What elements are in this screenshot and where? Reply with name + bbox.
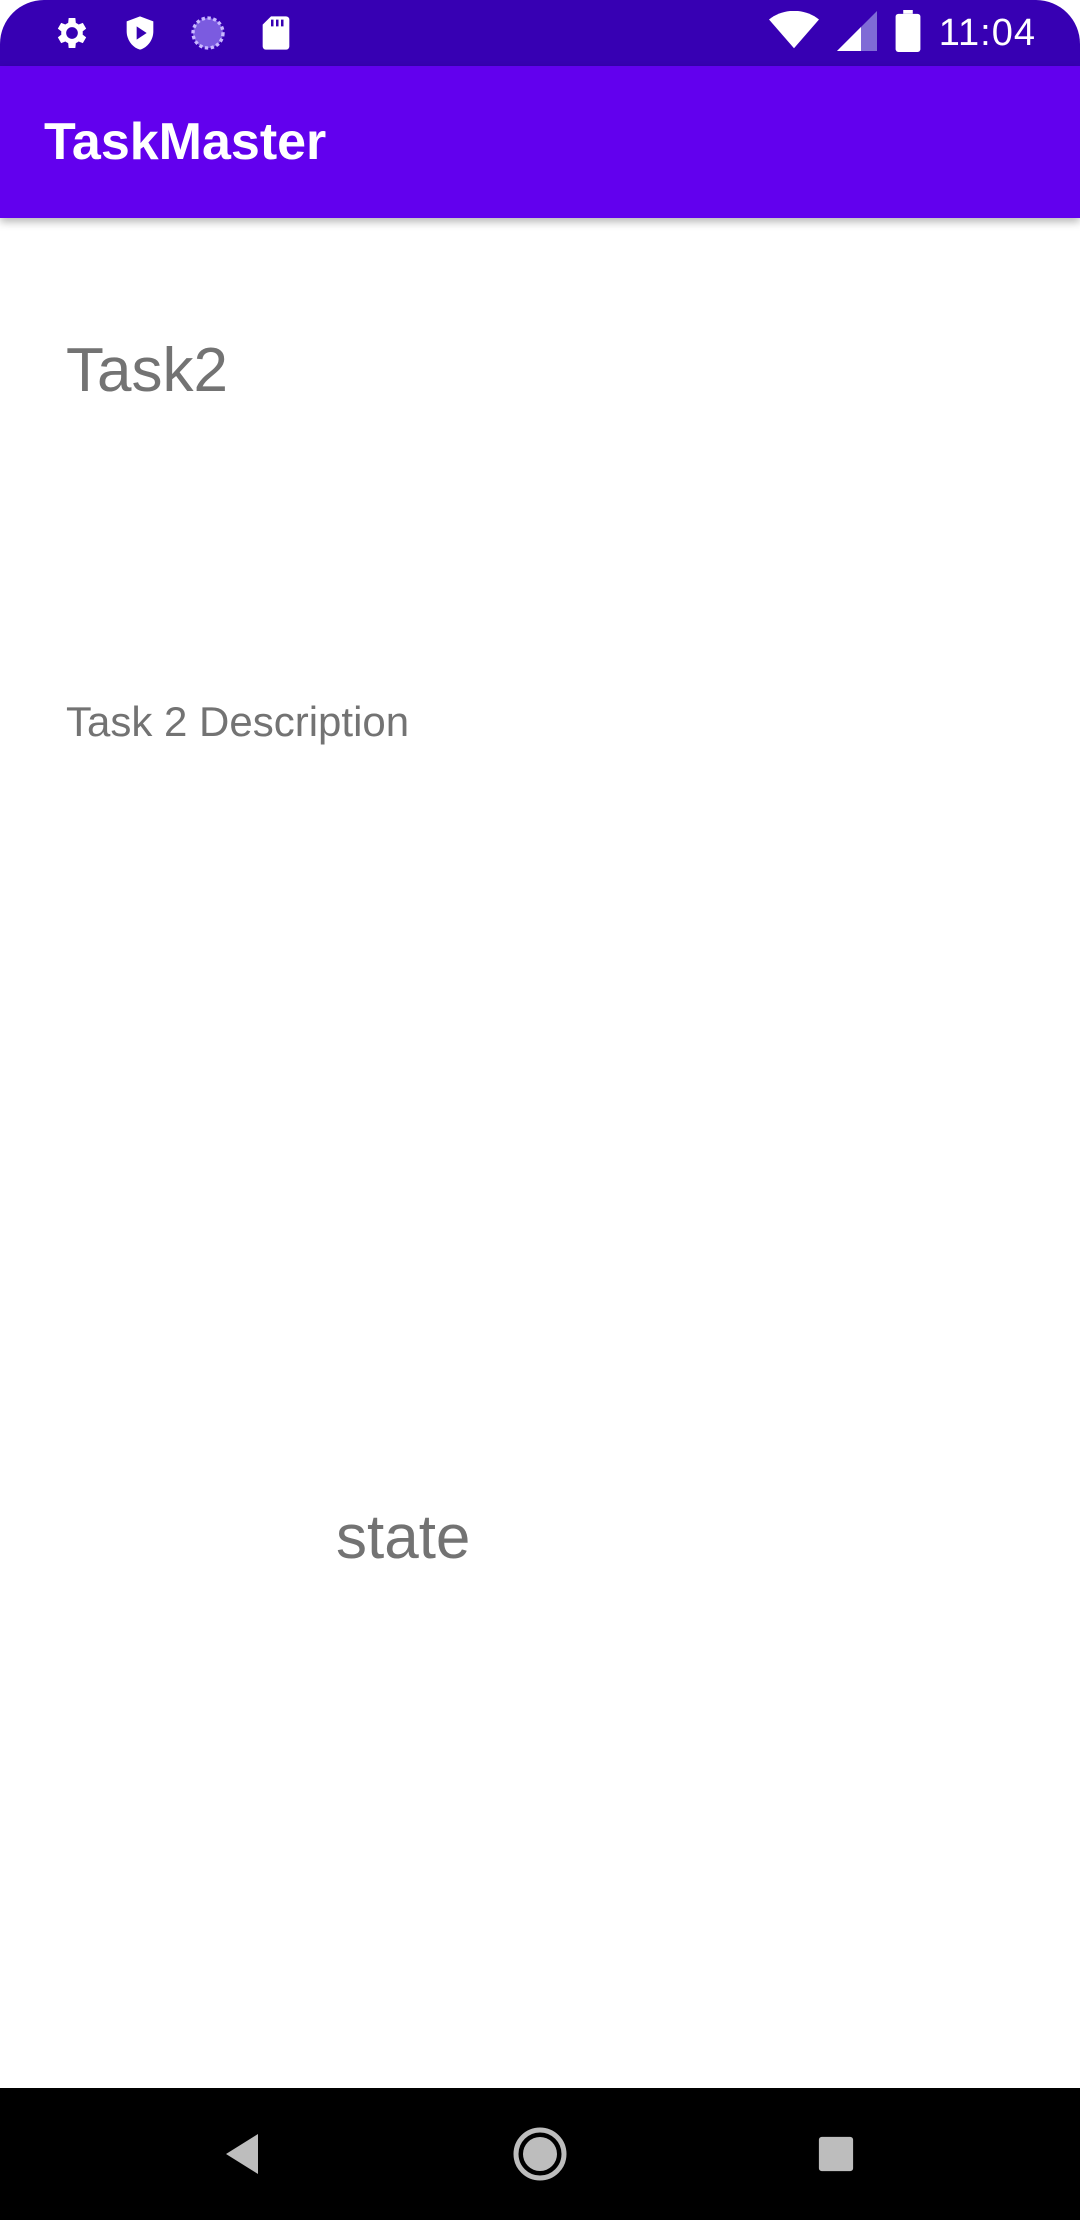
task-state: state [336, 1503, 471, 1572]
settings-gear-icon [50, 11, 94, 55]
recents-icon [818, 2136, 854, 2172]
shield-play-icon [118, 11, 162, 55]
cell-signal-icon [836, 10, 877, 56]
wifi-icon [768, 10, 819, 56]
status-system-icons: 11:04 [768, 9, 1036, 57]
home-icon [513, 2127, 567, 2181]
recents-button[interactable] [796, 2114, 876, 2194]
sd-card-icon [254, 11, 298, 55]
status-time: 11:04 [938, 11, 1036, 54]
navigation-bar [0, 2088, 1080, 2220]
app-title: TaskMaster [44, 113, 327, 171]
status-notification-icons [50, 11, 298, 55]
app-screen: 11:04 TaskMaster Task2 Task 2 Descriptio… [0, 0, 1080, 2220]
back-icon [226, 2134, 258, 2174]
app-bar: TaskMaster [0, 66, 1080, 218]
status-bar: 11:04 [0, 0, 1080, 66]
loading-circle-icon [186, 11, 230, 55]
back-button[interactable] [202, 2114, 282, 2194]
home-button[interactable] [500, 2114, 580, 2194]
task-description: Task 2 Description [66, 698, 410, 745]
task-title: Task2 [66, 336, 228, 405]
battery-icon [895, 9, 921, 57]
